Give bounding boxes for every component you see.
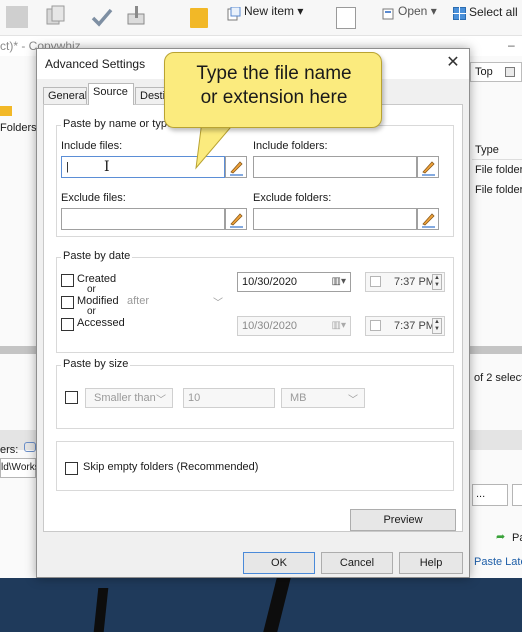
ribbon-toolbar: New item ▾ Open ▾ Select all — [0, 0, 522, 36]
edit-exclude-files-button[interactable] — [225, 208, 247, 230]
chevron-down-icon: ﹀ — [156, 395, 166, 406]
left-filter-label: ers: — [0, 444, 19, 456]
chevron-down-icon: ﹀ — [348, 395, 358, 406]
selection-status: of 2 select — [474, 372, 522, 384]
exclude-folders-input[interactable] — [253, 208, 417, 230]
select-all-button[interactable]: Select all — [469, 5, 518, 19]
pencil-icon — [230, 213, 243, 228]
table-row[interactable]: File folder — [472, 162, 522, 180]
edit-exclude-folders-button[interactable] — [417, 208, 439, 230]
taskbar — [0, 578, 522, 632]
options-group: Skip empty folders (Recommended) — [56, 441, 454, 491]
created-checkbox[interactable] — [61, 274, 74, 287]
or-label: or — [87, 284, 96, 295]
ok-button[interactable]: OK — [243, 552, 315, 574]
size-unit-select[interactable]: MB ﹀ — [281, 388, 365, 408]
exclude-folders-label: Exclude folders: — [253, 192, 332, 204]
exclude-files-label: Exclude files: — [61, 192, 126, 204]
paste-later-link[interactable]: Paste Late — [474, 556, 522, 568]
exclude-files-input[interactable] — [61, 208, 225, 230]
time-checkbox[interactable] — [370, 320, 381, 331]
pencil-icon — [422, 213, 435, 228]
date-group: Paste by date Created or Modified or Acc… — [56, 250, 454, 353]
calendar-icon[interactable]: ▥▾ — [332, 320, 346, 331]
source-path-field[interactable]: ld\Works — [0, 458, 40, 478]
chevron-down-icon: ﹀ — [213, 298, 223, 309]
tab-source[interactable]: Source — [88, 83, 134, 105]
folders-icon — [0, 106, 12, 116]
delete-icon[interactable] — [90, 6, 114, 30]
size-comparator-select[interactable]: Smaller than ﹀ — [85, 388, 173, 408]
type-column-header[interactable]: Type — [472, 142, 522, 160]
skip-empty-label: Skip empty folders (Recommended) — [83, 461, 259, 473]
modified-label: Modified — [77, 295, 119, 307]
include-files-label: Include files: — [61, 140, 123, 152]
created-label: Created — [77, 273, 117, 285]
top-button[interactable]: Top — [470, 62, 522, 82]
open-button[interactable]: Open ▾ — [398, 4, 437, 18]
time-spinner[interactable]: ▲ ▼ — [432, 318, 442, 334]
folder-icon[interactable] — [190, 8, 208, 28]
date-picker-1[interactable]: 10/30/2020 ▥▾ — [237, 272, 351, 292]
paste-arrow-icon: ➦ — [496, 531, 506, 543]
edit-include-folders-button[interactable] — [417, 156, 439, 178]
instruction-callout: Type the file name or extension here — [164, 52, 382, 128]
tab-general[interactable]: General — [43, 87, 87, 105]
size-group: Paste by size Smaller than ﹀ 10 MB ﹀ — [56, 358, 454, 429]
browse-button[interactable]: ... — [472, 484, 508, 506]
time-spinner[interactable]: ▲ ▼ — [432, 274, 442, 290]
minimize-icon[interactable]: – — [508, 38, 515, 52]
preview-button[interactable]: Preview — [350, 509, 456, 531]
text-cursor-icon: I — [104, 159, 110, 175]
size-checkbox[interactable] — [65, 391, 78, 404]
folders-tool[interactable]: Folders. — [0, 106, 40, 140]
time-picker-1[interactable]: 7:37 PM ▲ ▼ — [365, 272, 445, 292]
pencil-icon — [422, 161, 435, 176]
chevron-button[interactable] — [512, 484, 522, 506]
date-picker-2[interactable]: 10/30/2020 ▥▾ — [237, 316, 351, 336]
accessed-label: Accessed — [77, 317, 125, 329]
new-item-button[interactable]: New item ▾ — [244, 4, 303, 18]
calendar-icon[interactable]: ▥▾ — [332, 276, 346, 287]
time-checkbox[interactable] — [370, 276, 381, 287]
toolbar-square-icon[interactable] — [6, 6, 28, 28]
new-item-icon[interactable] — [227, 6, 241, 21]
dialog-title: Advanced Settings — [45, 57, 146, 71]
group-legend: Paste by date — [61, 250, 133, 262]
taskbar-shape — [263, 578, 291, 632]
callout-text: Type the file name or extension here — [196, 63, 352, 108]
open-icon[interactable] — [382, 8, 394, 20]
time-picker-2[interactable]: 7:37 PM ▲ ▼ — [365, 316, 445, 336]
properties-icon[interactable] — [336, 7, 356, 29]
taskbar-shape — [93, 588, 109, 632]
select-all-icon[interactable] — [453, 7, 466, 20]
rename-icon[interactable] — [124, 4, 148, 28]
modified-checkbox[interactable] — [61, 296, 74, 309]
speech-icon — [24, 442, 36, 452]
help-button[interactable]: Help — [399, 552, 463, 574]
or-label: or — [87, 306, 96, 317]
paste-button[interactable]: Pa — [512, 532, 522, 544]
size-value-input[interactable]: 10 — [183, 388, 275, 408]
accessed-checkbox[interactable] — [61, 318, 74, 331]
date-condition-select[interactable]: after ﹀ — [119, 292, 229, 312]
cancel-button[interactable]: Cancel — [321, 552, 393, 574]
include-folders-input[interactable] — [253, 156, 417, 178]
group-legend: Paste by size — [61, 358, 131, 370]
close-icon[interactable]: ✕ — [443, 53, 463, 73]
copy-icon[interactable] — [44, 4, 68, 28]
table-row[interactable]: File folder — [472, 182, 522, 200]
pin-icon — [505, 67, 515, 77]
skip-empty-checkbox[interactable] — [65, 462, 78, 475]
